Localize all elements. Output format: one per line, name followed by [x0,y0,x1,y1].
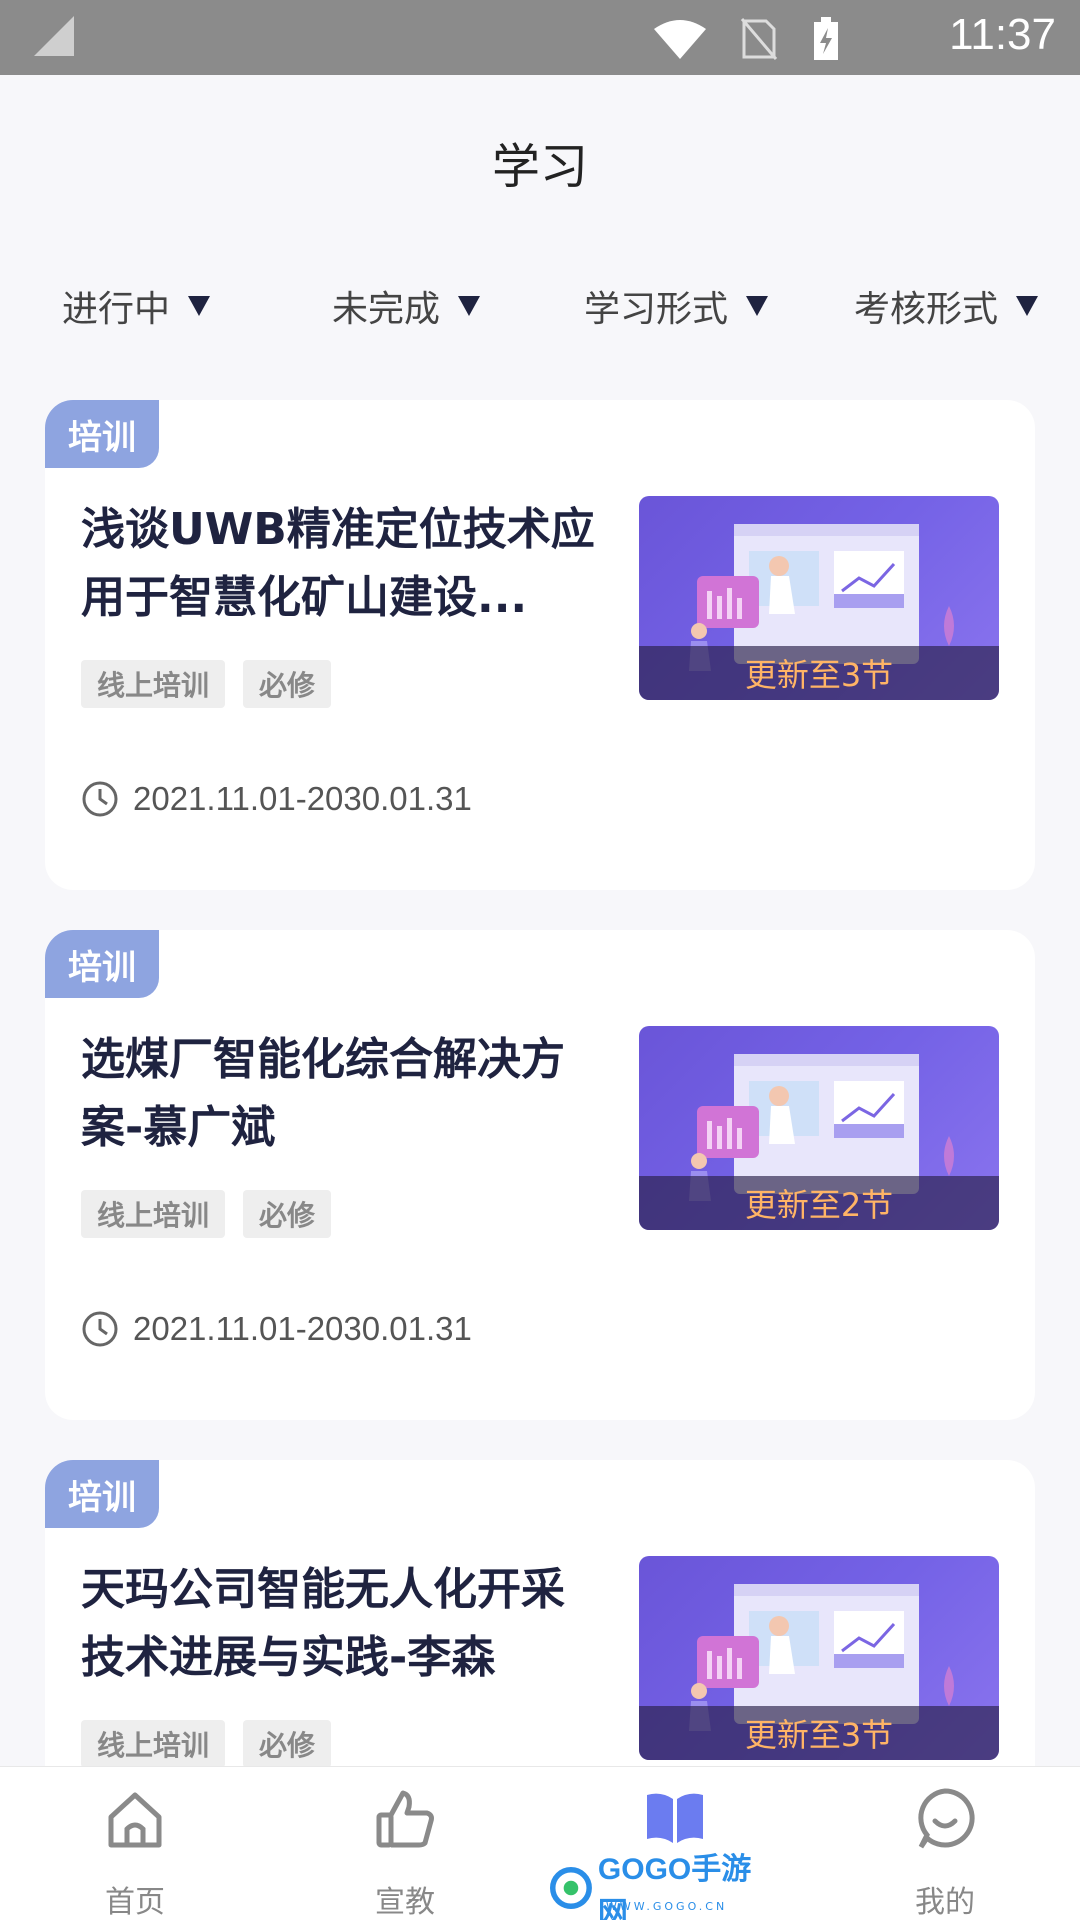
watermark-sub: WWW.GOGO.CN [606,1900,728,1913]
thumbs-up-icon [376,1790,434,1848]
tab-label: 我的 [915,1885,975,1920]
clock-icon [82,1311,118,1347]
course-badge: 线上培训 [81,660,226,708]
clock-icon [82,781,118,817]
course-date: 2021.11.01-2030.01.31 [81,780,472,818]
tab-label: 宣教 [375,1885,435,1920]
title-bar: 学习 [0,75,1080,245]
tab-mine[interactable]: 我的 [810,1767,1080,1920]
filter-bar: 进行中 未完成 学习形式 考核形式 [0,280,1080,350]
no-sim-icon [740,18,778,60]
course-thumbnail: 更新至3节 [639,1556,999,1760]
course-badge: 线上培训 [81,1720,226,1768]
course-date: 2021.11.01-2030.01.31 [81,1310,472,1348]
filter-status[interactable]: 进行中 [62,280,211,332]
filter-label: 未完成 [332,289,441,330]
wifi-icon [654,20,706,59]
signal-icon [34,16,74,56]
course-date-text: 2021.11.01-2030.01.31 [133,780,472,817]
update-progress-label: 更新至3节 [639,646,999,700]
book-icon [647,1793,703,1843]
watermark-logo-icon [550,1867,592,1909]
tab-label: 首页 [105,1885,165,1920]
status-time: 11:37 [949,10,1056,59]
status-bar: 11:37 [0,0,1080,75]
course-badge: 必修 [243,1720,332,1768]
profile-icon [918,1788,975,1849]
filter-study-form[interactable]: 学习形式 [584,280,769,332]
dropdown-triangle-icon [458,296,481,316]
watermark: GOGO手游网 WWW.GOGO.CN [550,1853,765,1920]
course-type-tag: 培训 [45,1460,159,1528]
filter-label: 进行中 [62,289,171,330]
course-title: 浅谈UWB精准定位技术应用于智慧化矿山建设... [81,504,595,623]
filter-label: 学习形式 [584,289,729,330]
filter-completion[interactable]: 未完成 [332,280,481,332]
course-date-text: 2021.11.01-2030.01.31 [133,1310,472,1347]
tab-education[interactable]: 宣教 [270,1767,540,1920]
update-progress-label: 更新至2节 [639,1176,999,1230]
course-type-tag: 培训 [45,400,159,468]
update-progress-label: 更新至3节 [639,1706,999,1760]
course-type-tag: 培训 [45,930,159,998]
dropdown-triangle-icon [746,296,769,316]
page-title: 学习 [491,139,588,195]
course-thumbnail: 更新至2节 [639,1026,999,1230]
course-title: 天玛公司智能无人化开采技术进展与实践-李森 [81,1564,565,1683]
filter-label: 考核形式 [854,289,999,330]
bottom-tab-bar: 首页 宣教 我的 [0,1766,1080,1920]
course-thumbnail: 更新至3节 [639,496,999,700]
tab-home[interactable]: 首页 [0,1767,270,1920]
battery-charging-icon [814,17,838,60]
filter-assessment-form[interactable]: 考核形式 [854,280,1039,332]
dropdown-triangle-icon [1016,296,1039,316]
course-badge: 必修 [243,1190,332,1238]
course-card[interactable]: 培训 浅谈UWB精准定位技术应用于智慧化矿山建设... 线上培训 必修 2021… [45,400,1035,890]
home-icon [108,1792,162,1848]
dropdown-triangle-icon [188,296,211,316]
course-card[interactable]: 培训 选煤厂智能化综合解决方案-慕广斌 线上培训 必修 2021.11.01-2… [45,930,1035,1420]
course-badge: 线上培训 [81,1190,226,1238]
course-badge: 必修 [243,660,332,708]
course-title: 选煤厂智能化综合解决方案-慕广斌 [81,1034,565,1153]
